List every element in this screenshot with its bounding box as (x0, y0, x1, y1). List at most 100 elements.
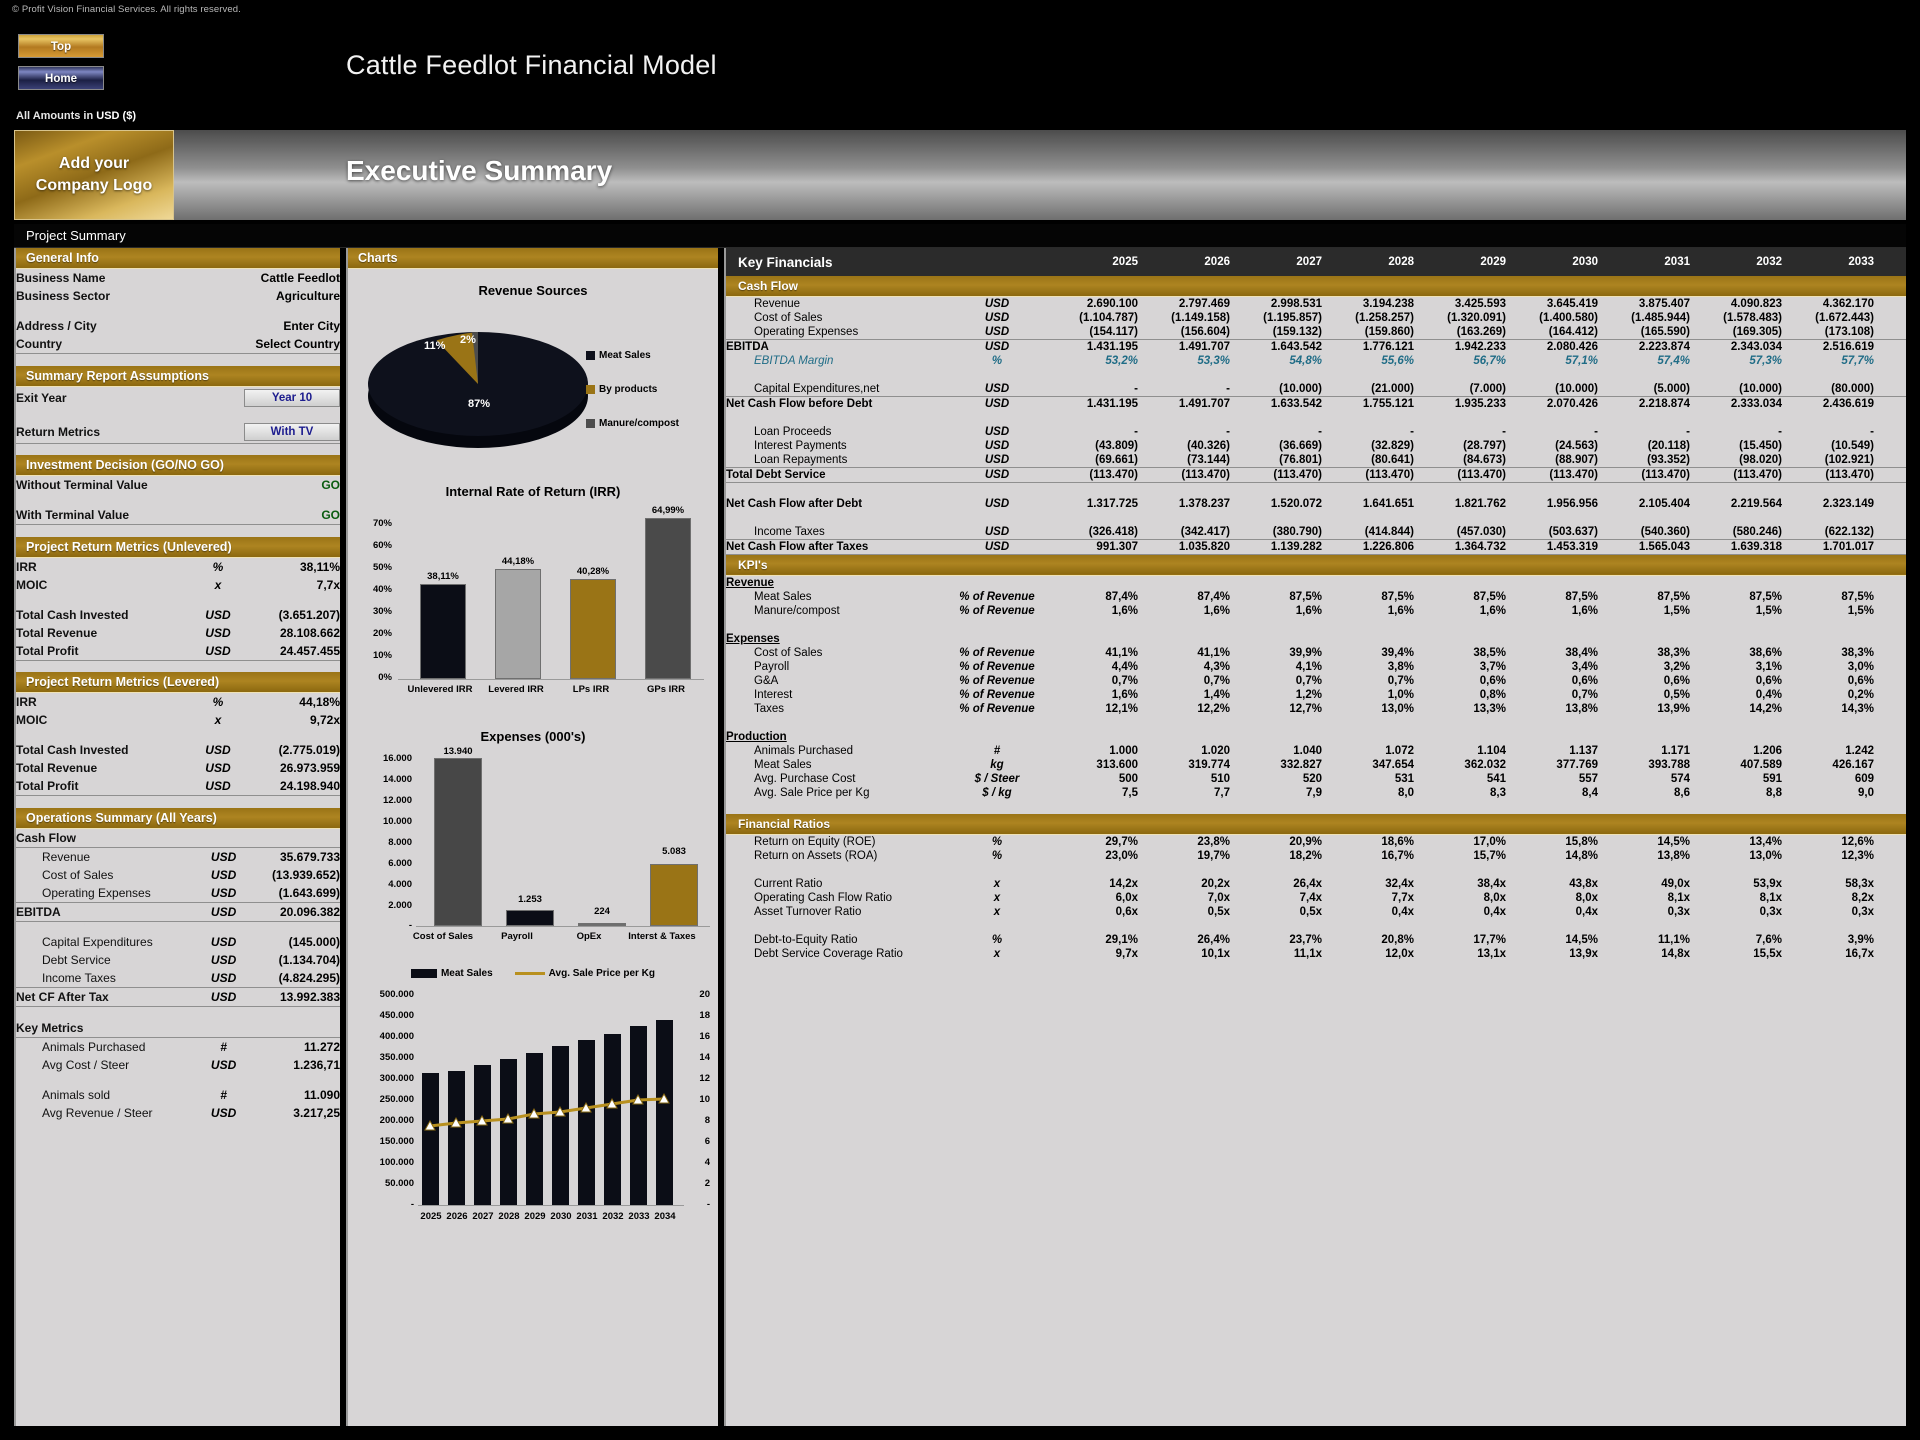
cell-2031: (20.118) (1647, 440, 1690, 452)
row-value: (3.651.207) (278, 607, 340, 622)
nav-home-button[interactable]: Home (18, 66, 104, 90)
row-value: 28.108.662 (279, 625, 340, 640)
row-label: Interest Payments (754, 440, 847, 452)
cell-2034: 4.599.982 (1874, 297, 1906, 312)
return-metrics-dropdown[interactable]: With TV (244, 422, 340, 441)
unlevered-metrics-header: Project Return Metrics (Unlevered) (16, 536, 340, 558)
cell-2028: (21.000) (1322, 382, 1414, 397)
cell-2026: - (1226, 426, 1230, 438)
row-unit: % (212, 695, 224, 709)
row-unit: USD (984, 440, 1010, 452)
y-tick: 0% (378, 672, 392, 683)
cell-2027: (159.132) (1230, 325, 1322, 340)
cell-2031: 2.105.404 (1638, 497, 1690, 510)
cell-2034: 2.645.629 (1874, 397, 1906, 412)
cell-2029: 15,7% (1473, 849, 1506, 862)
row-value[interactable]: Cattle Feedlot (186, 269, 340, 287)
row-label: Total Profit (16, 641, 192, 661)
nav-top-button[interactable]: Top (18, 34, 104, 58)
table-row: Total Revenue USD 26.973.959 (16, 759, 340, 777)
avg-price-line-svg (424, 1092, 670, 1131)
ebitda-label: EBITDA (16, 902, 198, 922)
investment-decision-table: Without Terminal Value GO With Terminal … (16, 476, 340, 537)
row-value[interactable]: Select Country (186, 335, 340, 354)
row-label: Income Taxes (726, 524, 948, 540)
cell-2032: 0,4% (1755, 688, 1782, 701)
cell-2033: 1.242 (1845, 744, 1874, 757)
table-row: Address / City Enter City (16, 317, 340, 335)
table-row: Animals Purchased #1.000 1.020 1.040 1.072 1.… (726, 744, 1906, 758)
exit-year-dropdown[interactable]: Year 10 (244, 388, 340, 407)
bar-interest-taxes (650, 864, 698, 926)
cell-2029: (457.030) (1414, 524, 1506, 540)
cell-2029: 0,4x (1483, 905, 1506, 918)
table-row: Loan Repayments USD (69.661) (73.144) (76.80… (726, 453, 1906, 468)
cell-2029: 17,0% (1473, 835, 1506, 848)
cell-2031: 574 (1670, 772, 1690, 785)
row-value: 9,72x (309, 713, 340, 727)
row-label: Meat Sales (754, 758, 812, 771)
row-label: G&A (754, 674, 779, 687)
operations-summary-header: Operations Summary (All Years) (16, 807, 340, 829)
group-label: Revenue (726, 576, 774, 589)
company-logo-placeholder[interactable]: Add your Company Logo (14, 130, 174, 220)
row-label: Avg. Sale Price per Kg (754, 786, 870, 799)
cell-2032: 4.090.823 (1730, 298, 1782, 310)
table-row: Total Debt Service USD (113.470) (113.470)(… (726, 467, 1906, 483)
table-row: Total Profit USD 24.457.455 (16, 641, 340, 661)
cell-2025: 1.317.725 (1086, 497, 1138, 510)
cell-2028: 1.226.806 (1322, 539, 1414, 555)
assumptions-table: Exit Year Year 10 Return Metrics With TV (16, 387, 340, 456)
spacer-row (16, 660, 340, 672)
cell-2028: 16,7% (1381, 849, 1414, 862)
cell-2033: 8,2x (1851, 891, 1874, 904)
spacer-row (16, 494, 340, 506)
cell-2026: 53,3% (1197, 355, 1230, 367)
legend-item-meat-sales: Meat Sales (586, 350, 651, 361)
x-axis-line (416, 926, 710, 927)
cell-2027: 54,8% (1289, 355, 1322, 367)
cell-2034: (113.470) (1874, 467, 1906, 483)
cell-2034: 11,6% (1874, 849, 1906, 863)
section-header-cash-flow: Cash Flow (726, 276, 1906, 297)
cell-2025: 41,1% (1105, 646, 1138, 659)
cell-2027: 23,7% (1289, 933, 1322, 946)
row-label: Total Profit (16, 777, 192, 796)
table-row: Cash Flow (16, 828, 340, 848)
row-unit: USD (210, 1105, 237, 1120)
row-value: (145.000) (288, 935, 340, 949)
cell-2032: 2.333.034 (1730, 398, 1782, 410)
row-label: Total Debt Service (726, 467, 948, 483)
cell-2026: (342.417) (1138, 524, 1230, 540)
row-value: 24.457.455 (243, 641, 340, 661)
cell-2027: 87,5% (1289, 590, 1322, 603)
spacer-row (16, 921, 340, 933)
spacer-row (16, 409, 340, 421)
y-tick-left: 200.000 (379, 1115, 414, 1126)
cell-2030: (503.637) (1506, 524, 1598, 540)
cell-2034: (2.000) (1874, 382, 1906, 397)
cell-2026: 87,4% (1197, 590, 1230, 603)
table-row: Income Taxes USD (326.418) (342.417) (380.79… (726, 524, 1906, 540)
row-label: Business Name (16, 271, 106, 285)
cell-2027: 4,1% (1295, 660, 1322, 673)
cell-2029: 362.032 (1464, 758, 1506, 771)
chart-title: Internal Rate of Return (IRR) (445, 484, 621, 499)
cell-2031: 14,5% (1657, 835, 1690, 848)
cell-2031: 0,5% (1663, 688, 1690, 701)
table-row: Avg. Sale Price per Kg $ / kg 7,5 7,7 7,9 8,0… (726, 786, 1906, 800)
cell-2030: 0,4x (1575, 905, 1598, 918)
cell-2028: 55,6% (1381, 355, 1414, 367)
cell-2028: 87,5% (1381, 590, 1414, 603)
row-label: Interest (754, 688, 793, 701)
cell-2027: 1.643.542 (1270, 341, 1322, 353)
cell-2030: 377.769 (1556, 758, 1598, 771)
cell-2034: 0,0% (1874, 933, 1906, 947)
y-tick-left: 400.000 (379, 1031, 414, 1042)
cell-2025: 53,2% (1105, 355, 1138, 367)
row-value[interactable]: Enter City (186, 317, 340, 335)
row-value[interactable]: Agriculture (186, 287, 340, 305)
kpi-group-title: Expenses (726, 632, 1906, 646)
cell-2032: 14,2% (1749, 702, 1782, 715)
cell-2034: 11,7% (1874, 834, 1906, 849)
